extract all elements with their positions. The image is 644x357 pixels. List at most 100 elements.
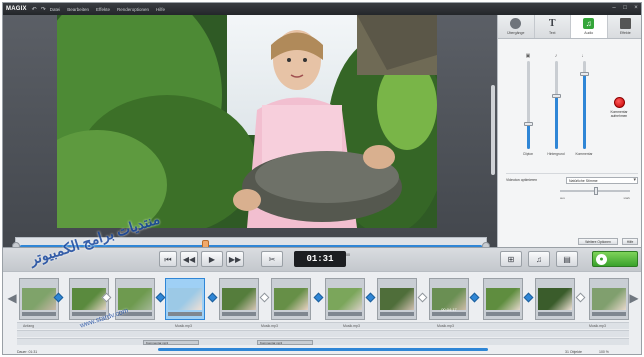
- tab-transitions[interactable]: Übergänge: [498, 15, 535, 38]
- volume-slider-background[interactable]: ♪ Hintergrund: [546, 53, 566, 163]
- video-preview-frame[interactable]: [57, 15, 437, 228]
- scroll-right-icon[interactable]: ▶: [629, 288, 639, 308]
- music-icon: ♪: [554, 53, 558, 59]
- storyboard-clip[interactable]: [115, 278, 155, 320]
- track-label: Musik.mp3: [343, 324, 360, 328]
- transition-marker[interactable]: [313, 292, 324, 303]
- tab-label: Effekte: [619, 31, 631, 35]
- transition-marker[interactable]: [417, 292, 428, 303]
- volume-slider-comment[interactable]: ♩ Kommentar: [574, 53, 594, 163]
- preview-scrollbar[interactable]: [491, 85, 495, 175]
- record-button[interactable]: [613, 97, 625, 108]
- slider-knob[interactable]: [579, 72, 589, 77]
- storyboard-view-button[interactable]: ▤: [556, 251, 578, 267]
- storyboard-clip[interactable]: [219, 278, 259, 320]
- rewind-button[interactable]: ◀◀: [180, 251, 198, 267]
- video-sound-option: Videoton optimieren Natürliche Stimme: [506, 173, 638, 184]
- audio-icon: ♫: [583, 18, 595, 29]
- app-logo: MAGIX: [6, 6, 27, 12]
- menu-bar: MAGIX ↶ ↷ Datei Bearbeiten Effekte Rende…: [3, 3, 641, 15]
- redo-icon[interactable]: ↷: [41, 6, 46, 13]
- storyboard-clip[interactable]: [271, 278, 311, 320]
- scroll-left-icon[interactable]: ◀: [7, 288, 17, 308]
- clip-volume-bar[interactable]: [222, 312, 256, 316]
- export-icon: ●: [596, 254, 607, 265]
- clip-volume-bar[interactable]: [118, 312, 152, 316]
- tab-audio[interactable]: ♫ Audio: [571, 15, 608, 38]
- clip-volume-bar[interactable]: [328, 312, 362, 316]
- audio-clip[interactable]: Kommentar.mp3: [143, 340, 199, 345]
- close-icon[interactable]: ×: [632, 5, 640, 12]
- clip-thumbnail: [168, 288, 202, 310]
- slider-knob[interactable]: [551, 94, 561, 99]
- transition-marker[interactable]: [207, 292, 218, 303]
- transition-marker[interactable]: [155, 292, 166, 303]
- slider-label: Kommentar: [575, 152, 593, 156]
- comment-track: Kommentar.mp3 Kommentar.mp3: [17, 338, 629, 345]
- menu-effects[interactable]: Effekte: [96, 7, 110, 12]
- storyboard-clip[interactable]: [19, 278, 59, 320]
- mic-icon: ♩: [581, 53, 587, 59]
- storyboard-clip[interactable]: [165, 278, 205, 320]
- clip-thumbnail: [592, 288, 626, 310]
- menu-edit[interactable]: Bearbeiten: [67, 7, 89, 12]
- clip-volume-bar[interactable]: [168, 312, 202, 316]
- slider-track[interactable]: [579, 61, 589, 149]
- menu-file[interactable]: Datei: [50, 7, 61, 12]
- transition-marker[interactable]: [575, 292, 586, 303]
- tab-text[interactable]: T Text: [535, 15, 571, 38]
- clip-thumbnail: [222, 288, 256, 310]
- volume-slider-clip[interactable]: ▣ Clipton: [518, 53, 538, 163]
- play-button[interactable]: ▶: [201, 251, 223, 267]
- clip-volume-bar[interactable]: [432, 312, 466, 316]
- tab-effects[interactable]: Effekte: [608, 15, 642, 38]
- storyboard-clip[interactable]: [325, 278, 365, 320]
- record-comment: Kommentar aufnehmen: [601, 97, 637, 118]
- strength-slider[interactable]: aus stark: [560, 187, 630, 200]
- cut-button[interactable]: ✂: [261, 251, 283, 267]
- forward-button[interactable]: ▶▶: [226, 251, 244, 267]
- strength-knob[interactable]: [594, 187, 598, 195]
- import-media-button[interactable]: ⊞: [500, 251, 522, 267]
- clip-volume-bar[interactable]: [538, 312, 572, 316]
- transition-marker[interactable]: [469, 292, 480, 303]
- clip-volume-bar[interactable]: [592, 312, 626, 316]
- optimize-dropdown[interactable]: Natürliche Stimme: [566, 176, 638, 184]
- transition-marker[interactable]: [365, 292, 376, 303]
- storyboard-clip[interactable]: [377, 278, 417, 320]
- storyboard-clip[interactable]: [589, 278, 629, 320]
- slider-label: Clipton: [522, 152, 534, 156]
- timecode-frames: 00: [346, 253, 350, 257]
- timeline-scrollbar[interactable]: [158, 348, 488, 351]
- maximize-icon[interactable]: □: [621, 5, 629, 12]
- import-music-button[interactable]: ♫: [528, 251, 550, 267]
- storyboard-clip[interactable]: 00:04:17: [429, 278, 469, 320]
- minimize-icon[interactable]: –: [610, 5, 618, 12]
- clip-volume-bar[interactable]: [22, 312, 56, 316]
- menu-render[interactable]: Renderoptionen: [117, 7, 149, 12]
- clip-volume-bar[interactable]: [274, 312, 308, 316]
- title-track: Anfang Musik.mp3 Musik.mp3 Musik.mp3 Mus…: [17, 322, 629, 329]
- track-label: Musik.mp3: [261, 324, 278, 328]
- transition-marker[interactable]: [523, 292, 534, 303]
- clip-volume-bar[interactable]: [72, 312, 106, 316]
- track-label-start: Anfang: [23, 324, 35, 328]
- slider-track[interactable]: [551, 61, 561, 149]
- storyboard-clip[interactable]: [535, 278, 575, 320]
- storyboard-clip[interactable]: [483, 278, 523, 320]
- menu-help[interactable]: Hilfe: [156, 7, 165, 12]
- panel-help-button[interactable]: Hilfe: [622, 238, 638, 245]
- slider-track[interactable]: [523, 61, 533, 149]
- clip-volume-bar[interactable]: [380, 312, 414, 316]
- clip-thumbnail: [380, 288, 414, 310]
- transition-marker[interactable]: [259, 292, 270, 303]
- clip-volume-bar[interactable]: [486, 312, 520, 316]
- audio-clip[interactable]: Kommentar.mp3: [257, 340, 313, 345]
- export-button[interactable]: ●: [592, 251, 638, 267]
- objects-status: 31 Objekte: [565, 350, 582, 354]
- undo-icon[interactable]: ↶: [32, 6, 37, 13]
- more-options-button[interactable]: Weitere Optionen: [578, 238, 618, 245]
- text-icon: T: [548, 18, 556, 29]
- slider-knob[interactable]: [523, 122, 533, 127]
- skip-start-button[interactable]: ⏮: [159, 251, 177, 267]
